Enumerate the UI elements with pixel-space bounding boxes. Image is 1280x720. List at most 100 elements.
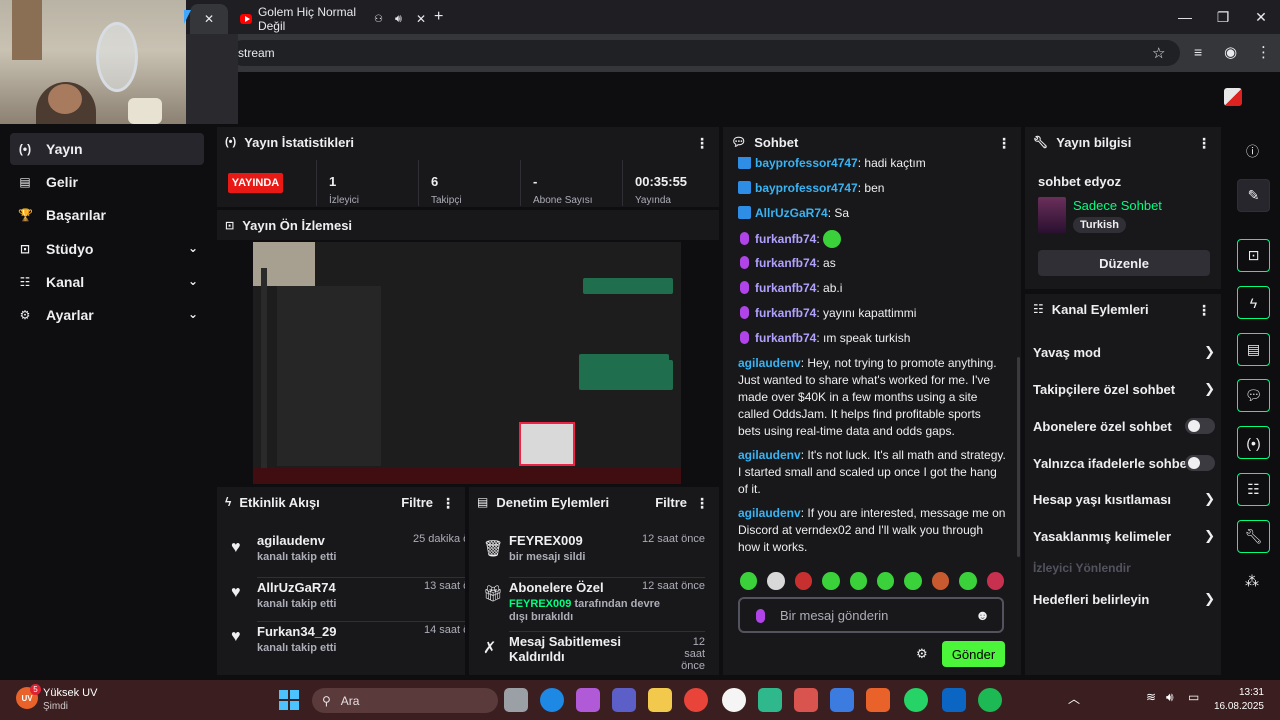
active-tab[interactable]: ✕	[190, 4, 228, 34]
media-control-icon[interactable]: ≡	[1194, 44, 1202, 60]
task-view-icon[interactable]	[504, 688, 528, 712]
windows-start-icon[interactable]	[279, 690, 299, 710]
close-button[interactable]: ✕	[1242, 0, 1280, 34]
nav-studyo[interactable]: ⊡ Stüdyo ⌄	[10, 233, 204, 265]
tab-youtube[interactable]: Golem Hiç Normal Değil ⚇ 🔊︎ ✕	[236, 4, 426, 34]
address-input[interactable]: stream	[230, 40, 1180, 66]
send-button[interactable]: Gönder	[942, 641, 1005, 667]
edge-icon[interactable]	[540, 688, 564, 712]
extensions-icon[interactable]: ⁂	[1245, 573, 1259, 590]
chat-settings-icon[interactable]: ⚙	[916, 646, 928, 662]
app-icon[interactable]	[794, 688, 818, 712]
kebab-icon[interactable]: ⋮	[441, 495, 455, 512]
subscribers-only-toggle[interactable]	[1185, 418, 1215, 434]
kebab-icon[interactable]: ⋮	[695, 495, 709, 512]
emote-icon[interactable]	[767, 572, 785, 590]
linkedin-icon[interactable]	[942, 688, 966, 712]
chat-user[interactable]: agilaudenv	[738, 506, 801, 520]
maximize-button[interactable]: ❐	[1204, 0, 1242, 34]
copilot-icon[interactable]	[576, 688, 600, 712]
chat-user[interactable]: furkanfb74	[755, 331, 816, 345]
whatsapp-icon[interactable]	[904, 688, 928, 712]
clock-date[interactable]: 16.08.2025	[1212, 701, 1264, 712]
slow-mode-row[interactable]: Yavaş mod ❯	[1033, 342, 1215, 362]
new-tab-button[interactable]: +	[434, 8, 443, 26]
emote-icon[interactable]	[822, 572, 840, 590]
file-explorer-icon[interactable]	[648, 688, 672, 712]
app-icon[interactable]	[830, 688, 854, 712]
info-icon[interactable]: ⓘ	[1246, 141, 1259, 160]
yandex-icon[interactable]	[722, 688, 746, 712]
emote-icon[interactable]	[986, 572, 1005, 590]
tab-close-icon[interactable]: ✕	[416, 12, 426, 26]
chat-user[interactable]: furkanfb74	[755, 256, 816, 270]
kebab-icon[interactable]: ⋮	[997, 135, 1011, 152]
followers-only-row[interactable]: Takipçilere özel sohbet ❯	[1033, 379, 1215, 399]
category-link[interactable]: Sadece Sohbet	[1073, 198, 1162, 213]
taskbar-search[interactable]: ⚲ Ara	[312, 688, 498, 713]
emote-icon[interactable]	[931, 572, 950, 590]
chat-user[interactable]: furkanfb74	[755, 281, 816, 295]
chat-user[interactable]: furkanfb74	[755, 232, 816, 246]
chat-user[interactable]: bayprofessor4747	[755, 181, 858, 195]
moderation-filter-button[interactable]: Filtre	[655, 495, 687, 510]
activity-filter-button[interactable]: Filtre	[401, 495, 433, 510]
screen-capture-icon[interactable]: ⊡	[1237, 239, 1270, 272]
emote-icon[interactable]	[959, 572, 977, 590]
lightning-icon[interactable]: ϟ	[1237, 286, 1270, 319]
emote-icon[interactable]	[877, 572, 895, 590]
nav-yayin[interactable]: (•) Yayın	[10, 133, 204, 165]
emote-icon[interactable]	[904, 572, 922, 590]
nav-ayarlar[interactable]: ⚙ Ayarlar ⌄	[10, 299, 204, 331]
wifi-icon[interactable]: ≋	[1146, 690, 1156, 704]
kebab-icon[interactable]: ⋮	[695, 135, 709, 152]
wrench-icon[interactable]: 🔧︎	[1237, 520, 1270, 553]
kebab-icon[interactable]: ⋮	[1197, 135, 1211, 152]
emote-only-toggle[interactable]	[1185, 455, 1215, 471]
kebab-icon[interactable]: ⋮	[1197, 302, 1211, 319]
battery-icon[interactable]: ▭	[1188, 690, 1199, 704]
volume-icon[interactable]: 🔊︎	[1166, 690, 1174, 705]
chevron-up-icon[interactable]: ︿	[1068, 690, 1080, 707]
chat-user[interactable]: agilaudenv	[738, 448, 801, 462]
minimize-button[interactable]: —	[1166, 0, 1204, 34]
chrome-icon[interactable]	[684, 688, 708, 712]
broadcast-icon[interactable]: (•)	[1237, 426, 1270, 459]
document-icon[interactable]: ▤	[1237, 333, 1270, 366]
bookmark-star-icon[interactable]: ☆	[1152, 44, 1165, 62]
chat-input[interactable]: Bir mesaj gönderin ☻	[738, 597, 1004, 633]
goals-row[interactable]: Hedefleri belirleyin ❯	[1033, 589, 1215, 609]
nav-basarilar[interactable]: 🏆 Başarılar	[10, 199, 204, 231]
app-icon[interactable]	[758, 688, 782, 712]
user-avatar[interactable]	[1224, 88, 1242, 106]
app-icon[interactable]	[866, 688, 890, 712]
emoji-picker-icon[interactable]: ☻	[975, 607, 990, 623]
stream-preview[interactable]	[253, 242, 681, 484]
speaker-icon[interactable]: 🔊︎	[395, 13, 402, 26]
edit-button[interactable]: Düzenle	[1038, 250, 1210, 276]
clock-time[interactable]: 13:31	[1236, 687, 1264, 698]
teams-icon[interactable]	[612, 688, 636, 712]
spotify-icon[interactable]	[978, 688, 1002, 712]
chat-user[interactable]: AllrUzGaR74	[755, 206, 828, 220]
edit-pencil-icon[interactable]: ✎	[1237, 179, 1270, 212]
nav-kanal[interactable]: ☷ Kanal ⌄	[10, 266, 204, 298]
tag-pill[interactable]: Turkish	[1073, 217, 1126, 233]
emote-icon[interactable]	[794, 572, 813, 590]
profile-icon[interactable]: ◉	[1224, 43, 1237, 61]
banned-words-row[interactable]: Yasaklanmış kelimeler ❯	[1033, 526, 1215, 546]
category-thumbnail[interactable]	[1038, 197, 1066, 233]
nav-gelir[interactable]: ▤ Gelir	[10, 166, 204, 198]
mod-actor[interactable]: FEYREX009	[509, 598, 571, 610]
weather-title[interactable]: Yüksek UV	[43, 687, 97, 699]
menu-kebab-icon[interactable]: ⋮	[1256, 43, 1271, 61]
chat-user[interactable]: agilaudenv	[738, 356, 801, 370]
chat-user[interactable]: furkanfb74	[755, 306, 816, 320]
emote-icon[interactable]	[740, 572, 758, 590]
channel-icon[interactable]: ☷	[1237, 473, 1270, 506]
tab-close-icon[interactable]: ✕	[204, 12, 214, 26]
chat-user[interactable]: bayprofessor4747	[755, 157, 858, 170]
account-age-row[interactable]: Hesap yaşı kısıtlaması ❯	[1033, 489, 1215, 509]
chat-bubble-icon[interactable]: 💬︎	[1237, 379, 1270, 412]
emote-icon[interactable]	[849, 572, 868, 590]
